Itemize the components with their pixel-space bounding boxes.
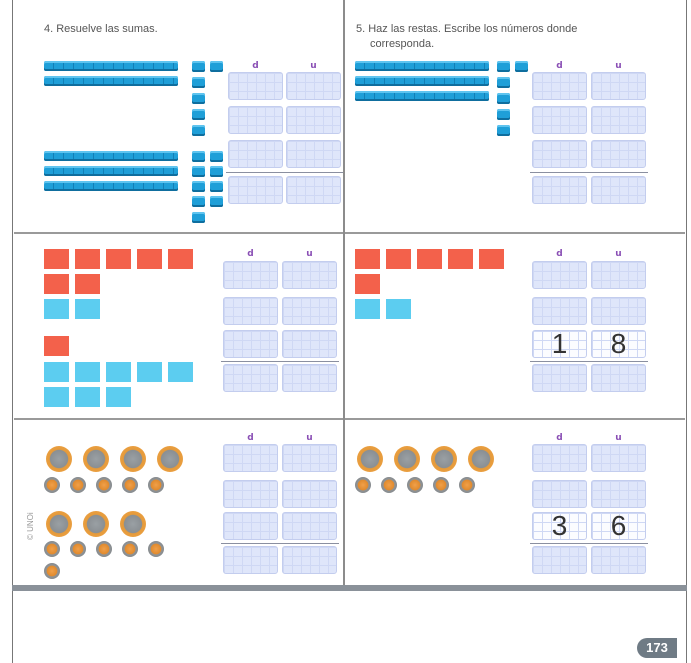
row-divider — [345, 418, 685, 420]
result-cell[interactable] — [532, 364, 587, 392]
tens-header: d — [252, 61, 259, 71]
answer-cell[interactable] — [591, 72, 646, 100]
answer-cell[interactable] — [228, 72, 283, 100]
answer-cell[interactable] — [532, 72, 587, 100]
page-left-border — [12, 0, 13, 663]
exercise-5-title-line1: 5. Haz las restas. Escribe los números d… — [356, 23, 578, 35]
row-divider — [345, 232, 685, 234]
answer-cell[interactable] — [591, 261, 646, 289]
answer-cell[interactable] — [286, 106, 341, 134]
page-number: 173 — [637, 638, 677, 658]
answer-cell[interactable] — [532, 480, 587, 508]
answer-cell[interactable] — [532, 106, 587, 134]
answer-cell[interactable] — [228, 106, 283, 134]
subtraction-line — [530, 543, 648, 544]
answer-cell[interactable] — [591, 444, 646, 472]
answer-cell[interactable] — [223, 512, 278, 540]
subtraction-line — [530, 361, 648, 362]
units-header: u — [615, 61, 622, 71]
subtraction-line — [530, 172, 648, 173]
answer-cell[interactable] — [223, 444, 278, 472]
answer-cell[interactable] — [591, 106, 646, 134]
answer-cell[interactable] — [286, 140, 341, 168]
units-header: u — [615, 249, 622, 259]
units-header: u — [310, 61, 317, 71]
result-cell[interactable] — [532, 176, 587, 204]
units-header: u — [306, 433, 313, 443]
answer-cell[interactable] — [591, 480, 646, 508]
answer-cell[interactable] — [223, 330, 278, 358]
tens-header: d — [556, 249, 563, 259]
result-cell[interactable] — [282, 546, 337, 574]
answer-cell[interactable] — [282, 512, 337, 540]
tens-header: d — [247, 433, 254, 443]
result-cell[interactable] — [282, 364, 337, 392]
answer-cell[interactable] — [591, 297, 646, 325]
answer-cell[interactable] — [223, 297, 278, 325]
units-header: u — [306, 249, 313, 259]
result-cell[interactable] — [286, 176, 341, 204]
result-cell[interactable] — [228, 176, 283, 204]
exercise-4-title: 4. Resuelve las sumas. — [44, 23, 158, 35]
answer-cell[interactable] — [282, 480, 337, 508]
answer-cell[interactable] — [286, 72, 341, 100]
result-cell[interactable] — [591, 546, 646, 574]
result-cell[interactable] — [223, 546, 278, 574]
result-cell[interactable] — [591, 364, 646, 392]
answer-cell[interactable] — [282, 444, 337, 472]
answer-cell[interactable] — [532, 261, 587, 289]
answer-cell[interactable] — [591, 140, 646, 168]
exercise-5-title-line2: corresponda. — [370, 38, 435, 50]
tens-header: d — [556, 433, 563, 443]
answer-cell[interactable] — [282, 297, 337, 325]
page-right-border — [686, 0, 687, 663]
units-header: u — [615, 433, 622, 443]
sum-line — [221, 543, 339, 544]
answer-cell[interactable] — [223, 261, 278, 289]
sum-line — [226, 172, 343, 173]
result-cell[interactable] — [223, 364, 278, 392]
tens-header: d — [247, 249, 254, 259]
answer-cell[interactable] — [223, 480, 278, 508]
answer-cell[interactable] — [282, 330, 337, 358]
units-digit: 6 — [610, 510, 627, 541]
answer-cell[interactable] — [532, 297, 587, 325]
answer-cell[interactable] — [228, 140, 283, 168]
row-divider — [14, 232, 343, 234]
sum-line — [221, 361, 339, 362]
column-divider — [343, 0, 345, 590]
tens-digit: 1 — [551, 328, 568, 359]
row-divider — [14, 418, 343, 420]
bottom-bar — [12, 585, 687, 591]
answer-cell[interactable] — [532, 444, 587, 472]
tens-digit: 3 — [551, 510, 568, 541]
result-cell[interactable] — [532, 546, 587, 574]
result-cell[interactable] — [591, 176, 646, 204]
answer-cell[interactable] — [282, 261, 337, 289]
answer-cell[interactable] — [532, 140, 587, 168]
copyright: © UNOi — [26, 512, 35, 540]
tens-header: d — [556, 61, 563, 71]
units-digit: 8 — [610, 328, 627, 359]
